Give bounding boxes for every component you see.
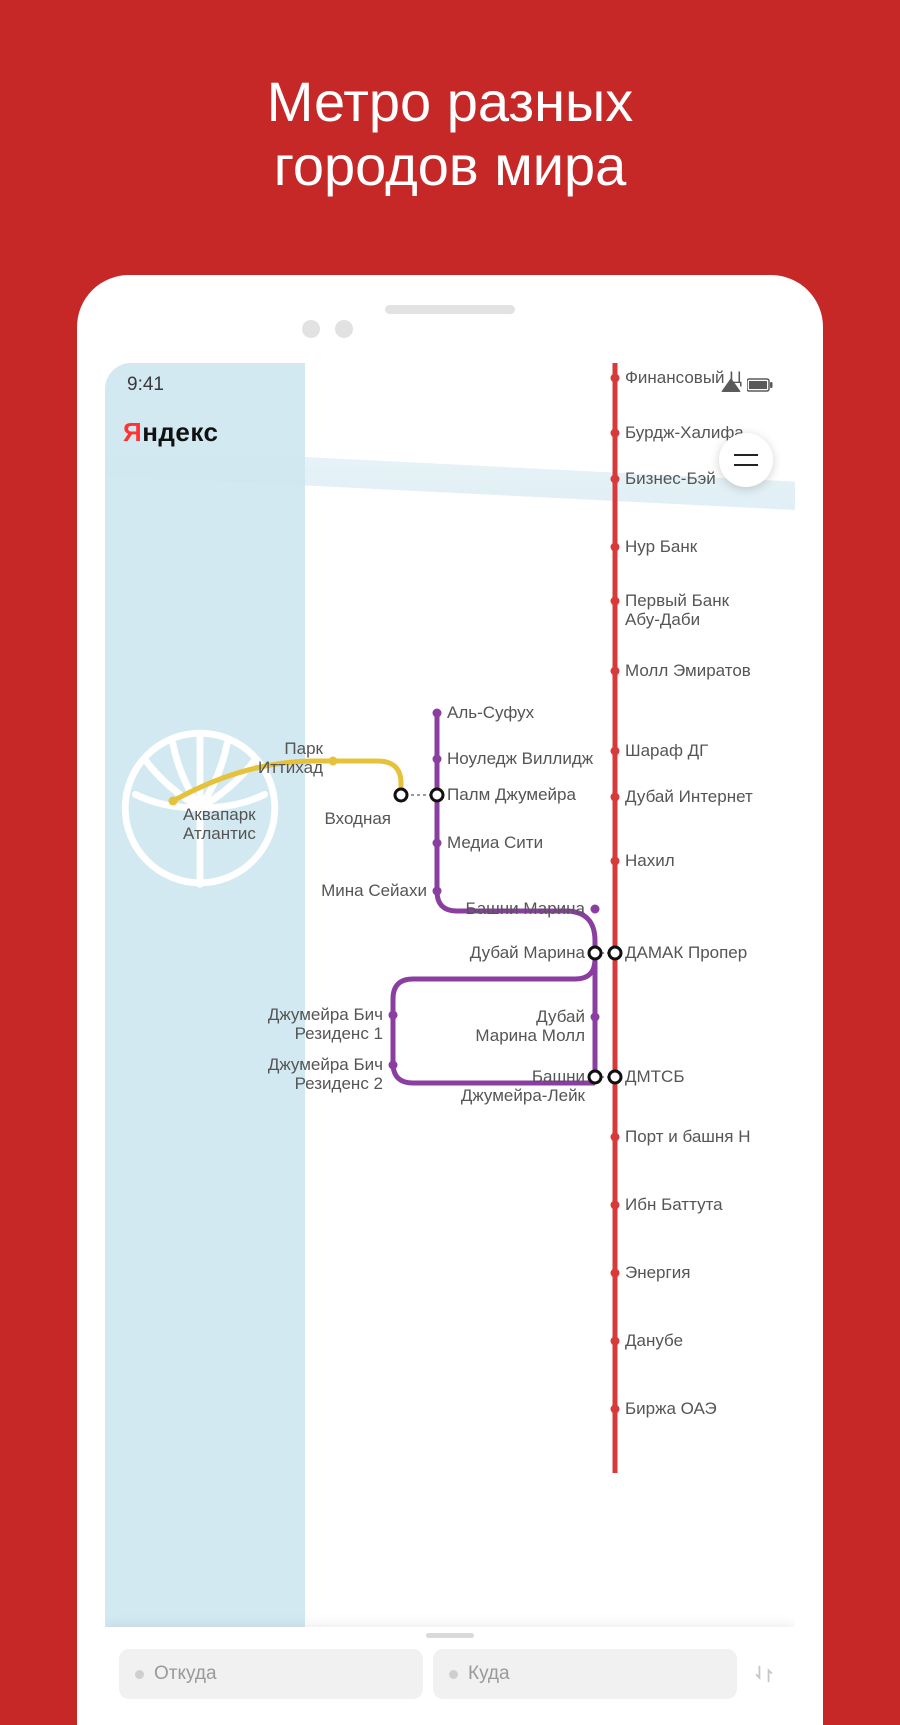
promo-title: Метро разныхгородов мира <box>0 0 900 239</box>
station-label[interactable]: Биржа ОАЭ <box>625 1400 717 1419</box>
station-dot[interactable] <box>389 1061 398 1070</box>
station-label[interactable]: Аль-Суфух <box>447 704 534 723</box>
status-time: 9:41 <box>127 374 164 396</box>
station-label[interactable]: Входная <box>324 810 391 829</box>
metro-map[interactable] <box>105 363 795 1503</box>
station-dot[interactable] <box>589 947 601 959</box>
station-dot[interactable] <box>611 475 620 484</box>
app-logo: Яндекс <box>123 417 219 448</box>
station-dot[interactable] <box>611 1269 620 1278</box>
status-bar: 9:41 <box>105 363 795 407</box>
station-label[interactable]: Медиа Сити <box>447 834 543 853</box>
station-dot[interactable] <box>431 789 443 801</box>
station-dot[interactable] <box>611 597 620 606</box>
station-label[interactable]: Нур Банк <box>625 538 697 557</box>
station-dot[interactable] <box>589 1071 601 1083</box>
station-dot[interactable] <box>611 747 620 756</box>
station-dot[interactable] <box>611 1405 620 1414</box>
station-dot[interactable] <box>611 429 620 438</box>
station-label[interactable]: Джумейра БичРезиденс 2 <box>268 1056 383 1093</box>
station-dot[interactable] <box>591 905 600 914</box>
station-label[interactable]: Данубе <box>625 1332 683 1351</box>
to-input[interactable]: Куда <box>433 1649 737 1699</box>
station-dot[interactable] <box>395 789 407 801</box>
station-dot[interactable] <box>611 667 620 676</box>
station-label[interactable]: Бурдж-Халифа <box>625 424 744 443</box>
station-dot[interactable] <box>611 1133 620 1142</box>
station-dot[interactable] <box>433 755 442 764</box>
station-label[interactable]: Молл Эмиратов <box>625 662 751 681</box>
station-dot[interactable] <box>609 947 621 959</box>
station-dot[interactable] <box>611 793 620 802</box>
station-label[interactable]: Порт и башня Н <box>625 1128 751 1147</box>
station-label[interactable]: Джумейра БичРезиденс 1 <box>268 1006 383 1043</box>
dot-icon <box>135 1670 144 1679</box>
station-label[interactable]: Бизнес-Бэй <box>625 470 716 489</box>
station-label[interactable]: Энергия <box>625 1264 690 1283</box>
station-dot[interactable] <box>433 709 442 718</box>
station-dot[interactable] <box>611 1337 620 1346</box>
phone-frame: 9:41 Яндекс Фин <box>77 275 823 1725</box>
app-screen: 9:41 Яндекс Фин <box>105 363 795 1725</box>
station-dot[interactable] <box>389 1011 398 1020</box>
station-dot[interactable] <box>611 857 620 866</box>
station-label[interactable]: ПаркИттихад <box>258 740 323 777</box>
station-dot[interactable] <box>433 887 442 896</box>
station-label[interactable]: Дубай Марина <box>470 944 585 963</box>
station-dot[interactable] <box>169 797 178 806</box>
dot-icon <box>449 1670 458 1679</box>
from-input[interactable]: Откуда <box>119 1649 423 1699</box>
station-label[interactable]: Ибн Баттута <box>625 1196 723 1215</box>
station-label[interactable]: БашниДжумейра-Лейк <box>461 1068 585 1105</box>
battery-icon <box>747 378 773 392</box>
station-label[interactable]: ДМТСБ <box>625 1068 685 1087</box>
station-label[interactable]: Первый БанкАбу-Даби <box>625 592 729 629</box>
route-sheet[interactable]: Откуда Куда <box>105 1627 795 1725</box>
station-dot[interactable] <box>329 757 338 766</box>
swap-button[interactable] <box>747 1649 781 1699</box>
station-dot[interactable] <box>433 839 442 848</box>
station-label[interactable]: ДАМАК Пропер <box>625 944 747 963</box>
station-label[interactable]: Дубай Интернет <box>625 788 753 807</box>
station-label[interactable]: Башни Марина <box>466 900 585 919</box>
station-label[interactable]: Шараф ДГ <box>625 742 708 761</box>
station-label[interactable]: АквапаркАтлантис <box>183 806 256 843</box>
station-label[interactable]: Ноуледж Виллидж <box>447 750 593 769</box>
station-dot[interactable] <box>611 1201 620 1210</box>
station-label[interactable]: Мина Сейахи <box>321 882 427 901</box>
station-dot[interactable] <box>611 543 620 552</box>
station-label[interactable]: Нахил <box>625 852 675 871</box>
station-label[interactable]: ДубайМарина Молл <box>475 1008 585 1045</box>
sheet-handle[interactable] <box>426 1633 474 1638</box>
station-dot[interactable] <box>609 1071 621 1083</box>
station-dot[interactable] <box>591 1013 600 1022</box>
menu-button[interactable] <box>719 433 773 487</box>
wifi-icon <box>721 378 741 392</box>
station-label[interactable]: Палм Джумейра <box>447 786 576 805</box>
